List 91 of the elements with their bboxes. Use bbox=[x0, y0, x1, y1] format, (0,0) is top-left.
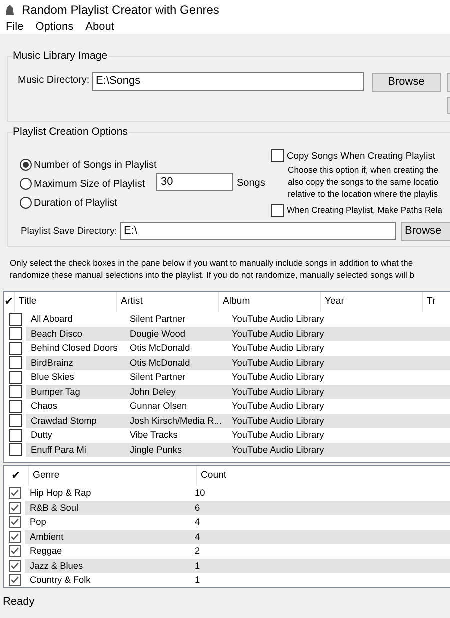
table-cell-text: 2 bbox=[194, 545, 202, 558]
number-field[interactable]: 30 bbox=[156, 172, 233, 191]
table-cell-text: YouTube Audio Library bbox=[230, 371, 326, 384]
checkbox[interactable] bbox=[8, 487, 21, 500]
browse-button[interactable]: Browse bbox=[372, 72, 441, 92]
table-cell-text: Ambient bbox=[28, 530, 65, 544]
app-icon bbox=[4, 4, 16, 16]
table-cell-text: Crawdad Stomp bbox=[30, 414, 98, 428]
table-cell-text: 10 bbox=[194, 487, 206, 500]
unit-label: Songs bbox=[237, 176, 266, 191]
checkbox[interactable] bbox=[8, 560, 21, 572]
window-title: Random Playlist Creator with Genres bbox=[22, 2, 220, 19]
table-cell-text: YouTube Audio Library bbox=[230, 386, 326, 399]
table-cell-text: Dutty bbox=[30, 429, 54, 442]
browse-button[interactable]: Browse bbox=[401, 222, 450, 241]
table-cell-text: YouTube Audio Library bbox=[230, 356, 326, 370]
checkbox[interactable] bbox=[271, 149, 284, 162]
checkbox[interactable] bbox=[8, 312, 22, 326]
radio-label: Number of Songs in Playlist bbox=[34, 158, 157, 173]
option-description: Choose this option if, when creating the also copy the songs to the same locatio relative to the location where the playlis bbox=[288, 164, 438, 200]
checkbox[interactable] bbox=[8, 545, 21, 558]
checkbox[interactable] bbox=[271, 204, 284, 217]
checkbox[interactable] bbox=[8, 502, 21, 514]
checkbox[interactable] bbox=[8, 385, 22, 398]
checkbox[interactable] bbox=[8, 530, 21, 543]
table-cell-text: Silent Partner bbox=[128, 313, 187, 326]
radio-label: Duration of Playlist bbox=[34, 196, 118, 211]
column-header[interactable]: ✔ bbox=[4, 468, 28, 484]
table-cell-text: Reggae bbox=[28, 545, 64, 558]
radio-button[interactable] bbox=[20, 159, 32, 172]
group-title: Playlist Creation Options bbox=[12, 125, 129, 140]
field-label: Music Directory: bbox=[18, 74, 90, 87]
table-cell-text: Enuff Para Mi bbox=[30, 444, 88, 457]
table-cell-text: 4 bbox=[194, 516, 202, 530]
table-cell-text: Jazz & Blues bbox=[28, 560, 84, 573]
table-cell-text: Gunnar Olsen bbox=[128, 400, 188, 414]
radio-button[interactable] bbox=[20, 178, 32, 190]
table-cell-text: Behind Closed Doors bbox=[30, 342, 119, 356]
checkbox[interactable] bbox=[8, 400, 22, 413]
table-cell-text: YouTube Audio Library bbox=[230, 429, 326, 442]
table-cell-text: Vibe Tracks bbox=[128, 429, 179, 442]
table-cell-text: YouTube Audio Library bbox=[230, 342, 326, 356]
table-cell-text: Otis McDonald bbox=[128, 356, 192, 370]
directory-field[interactable]: E:\ bbox=[120, 222, 396, 240]
table-cell-text: 6 bbox=[194, 502, 202, 515]
table-cell-text: R&B & Soul bbox=[28, 502, 80, 515]
table-cell-text: 1 bbox=[194, 574, 202, 587]
checkbox-label: Copy Songs When Creating Playlist bbox=[287, 148, 436, 163]
table-cell-text: John Deley bbox=[128, 386, 177, 399]
table-cell-text: Silent Partner bbox=[128, 371, 187, 384]
table-cell-text: Country & Folk bbox=[28, 574, 92, 587]
table-cell-text: Josh Kirsch/Media R... bbox=[128, 414, 223, 428]
checkbox-label: When Creating Playlist, Make Paths Rela bbox=[287, 204, 442, 217]
table-cell-text: 1 bbox=[194, 560, 202, 573]
table-cell-text: Pop bbox=[28, 516, 48, 530]
menu-item[interactable]: File bbox=[6, 18, 24, 36]
table-cell-text: Jingle Punks bbox=[128, 444, 184, 457]
column-header[interactable]: ✔ bbox=[4, 294, 14, 310]
checkbox[interactable] bbox=[8, 516, 21, 528]
table-cell-text: YouTube Audio Library bbox=[230, 400, 326, 414]
table-cell-text: 4 bbox=[194, 530, 202, 544]
directory-field[interactable]: E:\Songs bbox=[92, 72, 364, 91]
table-cell-text: Chaos bbox=[30, 400, 59, 414]
checkbox[interactable] bbox=[8, 414, 22, 428]
checkbox[interactable] bbox=[8, 356, 22, 370]
table-cell-text: BirdBrainz bbox=[30, 356, 74, 370]
checkbox[interactable] bbox=[8, 443, 22, 456]
radio-button[interactable] bbox=[20, 197, 32, 210]
table-cell-text: Otis McDonald bbox=[128, 342, 192, 356]
table-cell-text: Dougie Wood bbox=[128, 328, 186, 341]
instruction-text: Only select the check boxes in the pane below if you want to manually include songs in addition to what the randomize these manual selections into the playlist. If you do not randomize, manually selected songs will b bbox=[10, 257, 416, 281]
table-cell-text: Hip Hop & Rap bbox=[28, 487, 92, 500]
table-cell-text: Blue Skies bbox=[30, 371, 76, 384]
table-cell-text: YouTube Audio Library bbox=[230, 444, 326, 457]
menu-item[interactable]: About bbox=[86, 18, 114, 36]
menu-item[interactable]: Options bbox=[36, 18, 74, 36]
table-cell-text: Bumper Tag bbox=[30, 386, 82, 399]
checkbox[interactable] bbox=[8, 574, 21, 586]
table-cell-text: YouTube Audio Library bbox=[230, 313, 326, 326]
table-cell-text: All Aboard bbox=[30, 313, 74, 326]
checkbox[interactable] bbox=[8, 327, 22, 340]
radio-label: Maximum Size of Playlist bbox=[34, 178, 146, 192]
table-cell-text: Beach Disco bbox=[30, 328, 84, 341]
checkbox[interactable] bbox=[8, 428, 22, 442]
checkbox[interactable] bbox=[8, 342, 22, 355]
table-cell-text: YouTube Audio Library bbox=[230, 414, 326, 428]
checkbox[interactable] bbox=[8, 370, 22, 384]
field-label: Playlist Save Directory: bbox=[21, 224, 118, 237]
table-cell-text: YouTube Audio Library bbox=[230, 328, 326, 341]
status-text: Ready bbox=[3, 595, 36, 610]
group-title: Music Library Image bbox=[12, 49, 109, 64]
